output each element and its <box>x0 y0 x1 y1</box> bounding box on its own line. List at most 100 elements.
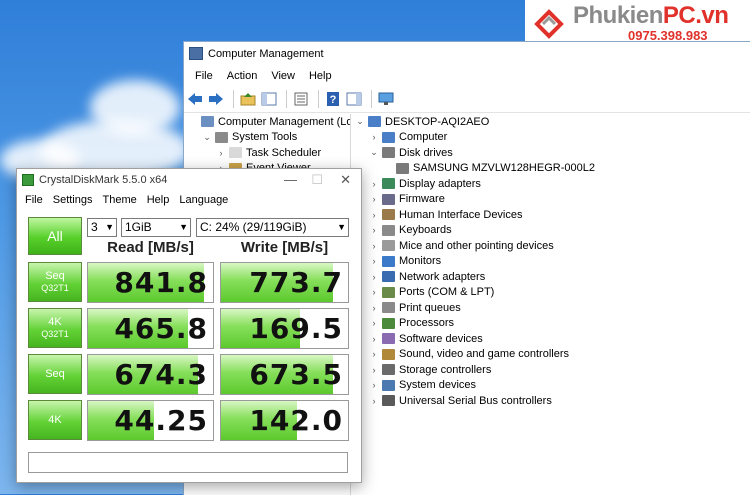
tree-item[interactable]: ⌄ DESKTOP-AQI2AEO <box>354 114 750 130</box>
test-button-4k[interactable]: 4K <box>28 400 82 440</box>
menu-item-view[interactable]: View <box>264 70 302 82</box>
chevron-right-icon[interactable]: › <box>368 334 380 344</box>
tree-item-label: Human Interface Devices <box>399 208 523 221</box>
port-icon <box>382 286 395 298</box>
write-column-header: Write [MB/s] <box>240 239 329 256</box>
title-bar[interactable]: Computer Management <box>184 42 750 66</box>
tree-item[interactable]: › Keyboards <box>354 223 750 239</box>
toolbar-separator <box>286 90 287 108</box>
properties-icon[interactable] <box>292 90 310 108</box>
chevron-right-icon[interactable]: › <box>368 303 380 313</box>
forward-arrow-icon[interactable] <box>207 90 225 108</box>
logo-name: PhukienPC.vn <box>573 2 729 30</box>
menu-item-help[interactable]: Help <box>142 194 175 206</box>
tree-item[interactable]: › Human Interface Devices <box>354 207 750 223</box>
show-hide-tree-icon[interactable] <box>260 90 278 108</box>
chevron-right-icon[interactable]: › <box>368 194 380 204</box>
hid-icon <box>382 209 395 221</box>
tree-item[interactable]: › Task Scheduler <box>187 145 350 161</box>
help-icon[interactable]: ? <box>324 90 342 108</box>
tree-item[interactable]: › Monitors <box>354 254 750 270</box>
chevron-right-icon[interactable]: › <box>368 318 380 328</box>
tree-item[interactable]: › System devices <box>354 378 750 394</box>
test-button-label: Seq <box>45 270 65 282</box>
tree-item[interactable]: › Storage controllers <box>354 362 750 378</box>
chevron-down-icon[interactable]: ⌄ <box>368 147 380 158</box>
computer-management-app-icon <box>189 47 203 60</box>
tree-item[interactable]: › Software devices <box>354 331 750 347</box>
tree-item[interactable]: ⌄ System Tools <box>187 130 350 146</box>
menu-item-action[interactable]: Action <box>220 70 265 82</box>
test-count-select[interactable]: 3 ▼ <box>87 218 117 237</box>
chevron-down-icon[interactable]: ⌄ <box>201 132 213 143</box>
tree-item[interactable]: SAMSUNG MZVLW128HEGR-000L2 <box>354 161 750 177</box>
chevron-down-icon: ▼ <box>105 222 114 232</box>
tools-icon <box>215 131 228 143</box>
tree-item[interactable]: › Print queues <box>354 300 750 316</box>
chevron-right-icon[interactable]: › <box>368 179 380 189</box>
sound-icon <box>382 348 395 360</box>
tree-item[interactable]: › Universal Serial Bus controllers <box>354 393 750 409</box>
toolbar-separator <box>233 90 234 108</box>
chevron-right-icon[interactable]: › <box>368 396 380 406</box>
window-title: Computer Management <box>208 48 324 60</box>
chevron-right-icon[interactable]: › <box>368 210 380 220</box>
tree-item-label: SAMSUNG MZVLW128HEGR-000L2 <box>413 162 595 175</box>
tree-item[interactable]: › Sound, video and game controllers <box>354 347 750 363</box>
chevron-right-icon[interactable]: › <box>368 287 380 297</box>
chevron-right-icon[interactable]: › <box>368 380 380 390</box>
tree-item-label: Print queues <box>399 301 461 314</box>
window-title: CrystalDiskMark 5.5.0 x64 <box>39 174 168 186</box>
disk-drive-icon <box>382 147 395 159</box>
tree-item-label: Sound, video and game controllers <box>399 348 569 361</box>
menu-item-help[interactable]: Help <box>302 70 339 82</box>
read-result-value: 674.3 <box>114 358 208 391</box>
test-button-label: 4K <box>48 316 62 328</box>
menu-item-settings[interactable]: Settings <box>48 194 98 206</box>
chevron-right-icon[interactable]: › <box>368 272 380 282</box>
chevron-right-icon[interactable]: › <box>215 148 227 158</box>
menu-item-file[interactable]: File <box>188 70 220 82</box>
test-button-seq[interactable]: Seq <box>28 354 82 394</box>
tree-item[interactable]: › Mice and other pointing devices <box>354 238 750 254</box>
tree-item[interactable]: › Ports (COM & LPT) <box>354 285 750 301</box>
drive-select[interactable]: C: 24% (29/119GiB) ▼ <box>196 218 349 237</box>
monitor-icon[interactable] <box>377 90 395 108</box>
menu-item-file[interactable]: File <box>20 194 48 206</box>
test-button-4k-q32t1[interactable]: 4K Q32T1 <box>28 308 82 348</box>
tree-item[interactable]: › Network adapters <box>354 269 750 285</box>
tree-item[interactable]: › Display adapters <box>354 176 750 192</box>
all-button[interactable]: All <box>28 217 82 255</box>
test-button-seq-q32t1[interactable]: Seq Q32T1 <box>28 262 82 302</box>
tree-item-label: Monitors <box>399 255 442 268</box>
menu-item-language[interactable]: Language <box>174 194 233 206</box>
tree-item-label: Display adapters <box>399 177 481 190</box>
test-size-select[interactable]: 1GiB ▼ <box>121 218 191 237</box>
menu-item-theme[interactable]: Theme <box>97 194 141 206</box>
comment-field[interactable] <box>28 452 348 473</box>
chevron-right-icon[interactable]: › <box>368 256 380 266</box>
tree-item-label: Disk drives <box>399 146 453 159</box>
tree-item-label: Keyboards <box>399 224 452 237</box>
read-result-value: 465.8 <box>114 312 208 345</box>
action-pane-icon[interactable] <box>345 90 363 108</box>
chevron-right-icon[interactable]: › <box>368 132 380 142</box>
chevron-down-icon[interactable]: ⌄ <box>354 116 366 127</box>
chevron-down-icon: ▼ <box>337 222 346 232</box>
chevron-right-icon[interactable]: › <box>368 365 380 375</box>
maximize-icon[interactable]: ☐ <box>311 169 323 191</box>
title-bar[interactable]: CrystalDiskMark 5.5.0 x64 — ☐ ✕ <box>17 169 361 191</box>
chevron-right-icon[interactable]: › <box>368 349 380 359</box>
tree-item[interactable]: ⌄ Disk drives <box>354 145 750 161</box>
chevron-right-icon[interactable]: › <box>368 225 380 235</box>
up-folder-icon[interactable] <box>239 90 257 108</box>
tree-item[interactable]: › Computer <box>354 130 750 146</box>
chevron-right-icon[interactable]: › <box>368 241 380 251</box>
tree-item[interactable]: › Firmware <box>354 192 750 208</box>
close-icon[interactable]: ✕ <box>340 169 351 191</box>
tree-item[interactable]: Computer Management (Local <box>187 114 350 130</box>
tree-item-label: Storage controllers <box>399 363 492 376</box>
minimize-icon[interactable]: — <box>284 169 297 191</box>
back-arrow-icon[interactable] <box>186 90 204 108</box>
tree-item[interactable]: › Processors <box>354 316 750 332</box>
